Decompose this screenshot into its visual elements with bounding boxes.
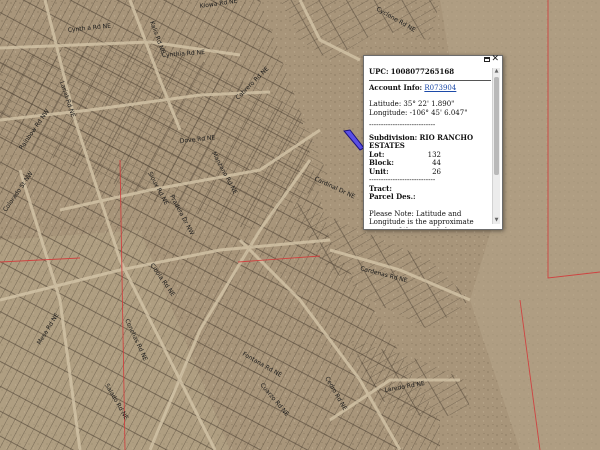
- close-icon[interactable]: ✕: [491, 54, 499, 64]
- account-line: Account Info: R073904: [369, 82, 491, 93]
- scroll-down-icon[interactable]: ▼: [493, 217, 500, 224]
- map-view[interactable]: Cynth a Rd NE Cynthia Rd NE Kiowa Rd NE …: [0, 0, 600, 450]
- parcel-info-popup: ✕ UPC: 1008077265168 Account Info: R0739…: [363, 54, 503, 230]
- unit-label: Unit:: [369, 166, 389, 176]
- account-label: Account Info:: [369, 82, 423, 92]
- map-canvas: Cynth a Rd NE Cynthia Rd NE Kiowa Rd NE …: [0, 0, 600, 450]
- upc-label: UPC:: [369, 68, 389, 76]
- block-value: 44: [432, 159, 441, 167]
- upc-value: 1008077265168: [390, 68, 455, 76]
- longitude-value: -106° 45' 6.047": [409, 108, 468, 117]
- longitude-line: Longitude: -106° 45' 6.047": [369, 109, 491, 118]
- scroll-thumb[interactable]: [494, 77, 499, 175]
- coordinates-note: Please Note: Latitude and Longitude is t…: [369, 209, 474, 229]
- popup-content: UPC: 1008077265168 Account Info: R073904…: [369, 68, 491, 228]
- account-link[interactable]: R073904: [424, 84, 456, 92]
- latitude-line: Latitude: 35° 22' 1.890": [369, 100, 491, 109]
- longitude-label: Longitude:: [369, 108, 408, 117]
- latitude-label: Latitude:: [369, 100, 402, 108]
- divider: [369, 79, 491, 81]
- lot-value: 132: [427, 150, 441, 159]
- unit-row: Unit: 26: [369, 166, 491, 177]
- latitude-value: 35° 22' 1.890": [403, 100, 455, 108]
- separator: ----------------------------: [369, 121, 436, 129]
- parcel-des-label: Parcel Des.:: [369, 192, 416, 201]
- popup-scrollbar[interactable]: ▲ ▼: [492, 68, 500, 224]
- scroll-up-icon[interactable]: ▲: [493, 68, 500, 75]
- upc-line: UPC: 1008077265168: [369, 68, 491, 77]
- popup-titlebar: ✕: [364, 54, 502, 64]
- unit-value: 26: [432, 167, 441, 176]
- subdivision-line: Subdivision: RIO RANCHO ESTATES: [369, 133, 491, 151]
- maximize-icon[interactable]: [484, 57, 490, 62]
